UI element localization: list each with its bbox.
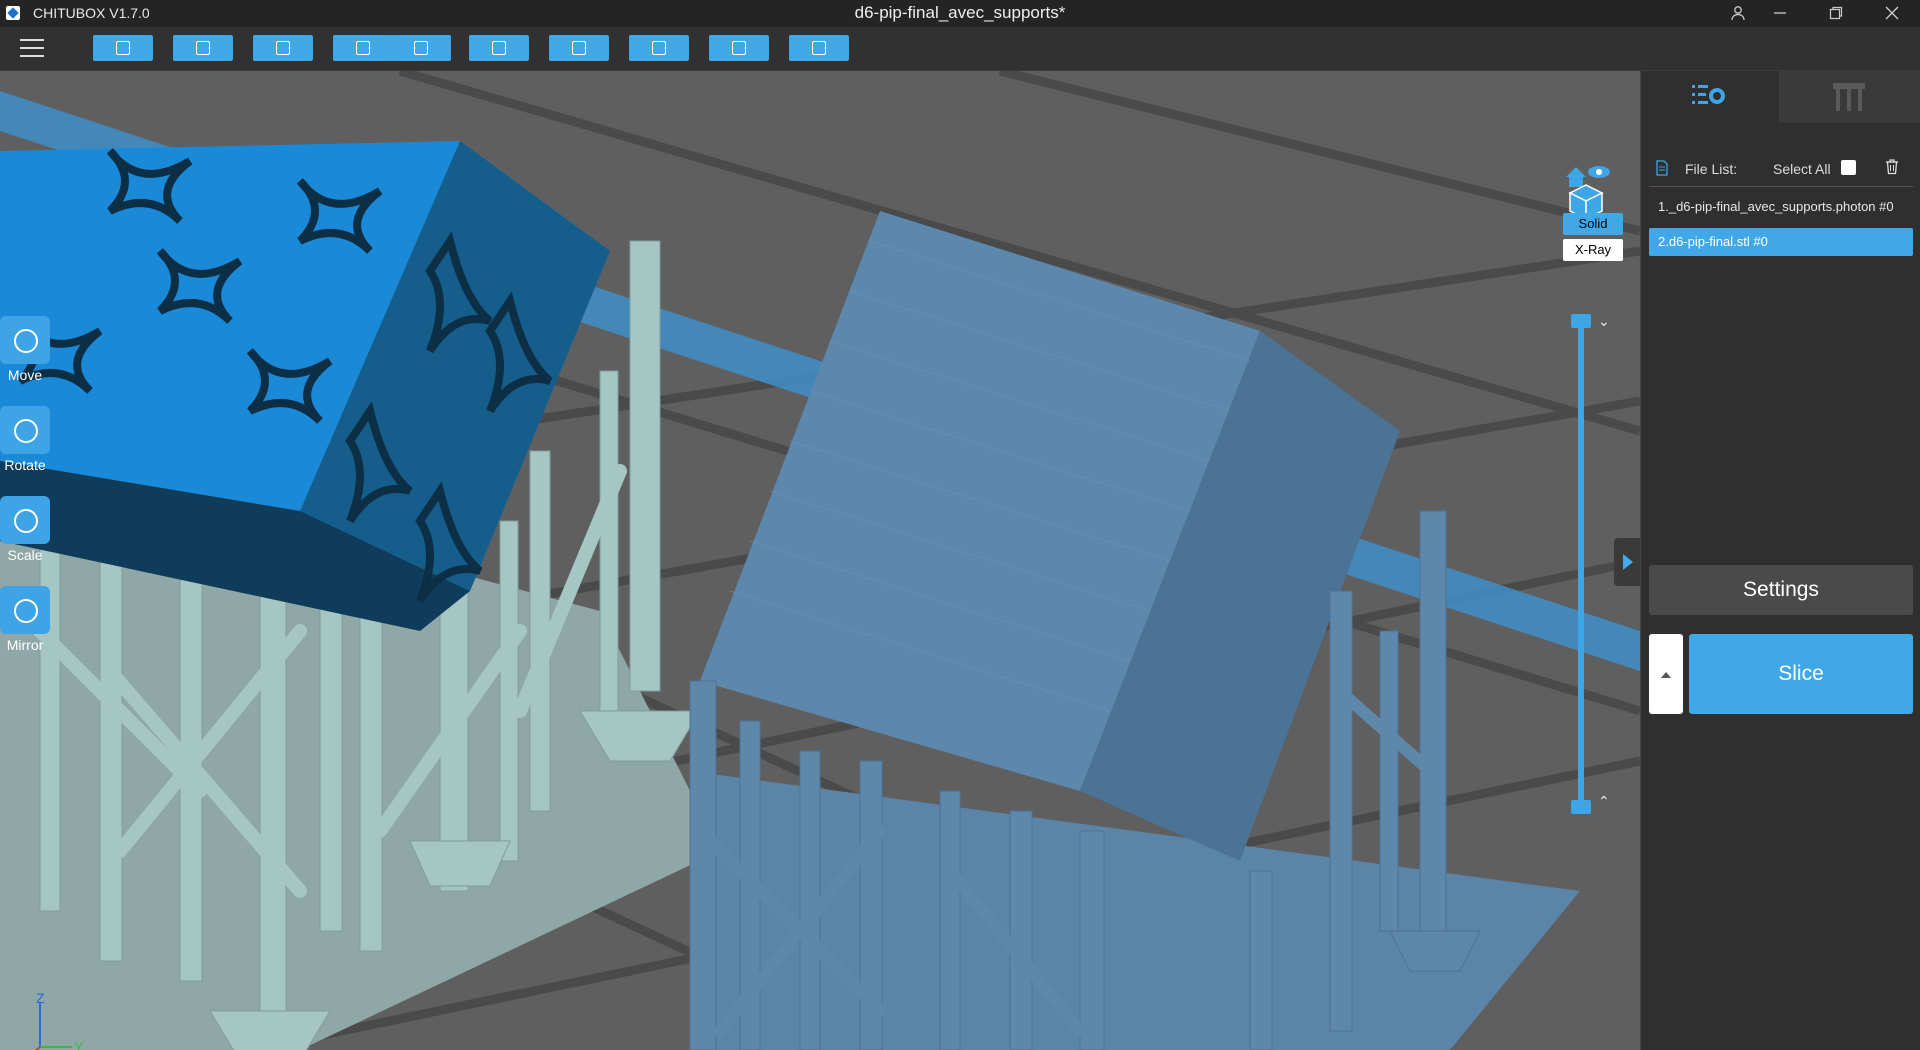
close-icon[interactable]	[1870, 0, 1914, 27]
layout-icon[interactable]	[469, 35, 529, 61]
rotate-tool[interactable]: Rotate	[0, 406, 50, 473]
settings-button[interactable]: Settings	[1649, 565, 1913, 615]
layer-slider-bottom-handle[interactable]	[1571, 800, 1591, 814]
mirror-icon	[0, 586, 50, 634]
restore-icon[interactable]	[1814, 0, 1858, 27]
scale-icon	[0, 496, 50, 544]
settings-tab-icon	[1692, 85, 1725, 104]
move-tool[interactable]: Move	[0, 316, 50, 383]
main-toolbar	[0, 27, 1920, 71]
divider	[1649, 186, 1913, 187]
save-icon[interactable]	[173, 35, 233, 61]
undo-icon[interactable]	[333, 35, 393, 61]
trash-icon[interactable]	[1885, 159, 1899, 175]
file-list-item-selected[interactable]: 2.d6-pip-final.stl #0	[1649, 228, 1913, 256]
select-all-checkbox[interactable]	[1841, 160, 1856, 175]
axis-z-label: Z	[36, 990, 45, 1006]
scale-label: Scale	[7, 547, 43, 563]
supports-tab-icon	[1833, 83, 1865, 111]
scale-tool[interactable]: Scale	[0, 496, 50, 563]
file-list-item[interactable]: 1._d6-pip-final_avec_supports.photon #0	[1649, 193, 1913, 221]
move-label: Move	[7, 367, 43, 383]
chevron-up-icon[interactable]: ⌃	[1598, 793, 1610, 810]
xray-button[interactable]: X-Ray	[1563, 239, 1623, 261]
slice-button[interactable]: Slice	[1689, 634, 1913, 714]
tab-supports[interactable]	[1779, 71, 1920, 123]
redo-icon[interactable]	[391, 35, 451, 61]
arrange-icon[interactable]	[549, 35, 609, 61]
axis-indicator: Z Y X	[34, 990, 84, 1050]
slice-options-toggle[interactable]	[1649, 634, 1683, 714]
user-icon[interactable]	[1716, 0, 1760, 27]
panel-collapse-button[interactable]	[1614, 538, 1640, 586]
scene-render	[0, 71, 1640, 1050]
layer-slider-top-handle[interactable]	[1571, 314, 1591, 328]
mirror-tool[interactable]: Mirror	[0, 586, 50, 653]
chevron-down-icon[interactable]: ⌄	[1598, 313, 1610, 330]
right-panel: File List: Select All 1._d6-pip-final_av…	[1640, 71, 1920, 1050]
select-all-label: Select All	[1773, 161, 1831, 177]
title-bar: CHITUBOX V1.7.0 d6-pip-final_avec_suppor…	[0, 0, 1920, 27]
axis-y-label: Y	[74, 1039, 84, 1050]
screenshot-icon[interactable]	[253, 35, 313, 61]
export-icon[interactable]	[789, 35, 849, 61]
menu-icon[interactable]	[20, 39, 44, 59]
tab-settings[interactable]	[1641, 71, 1778, 123]
move-icon	[0, 316, 50, 364]
file-list-label: File List:	[1685, 161, 1738, 177]
mirror-label: Mirror	[6, 637, 44, 653]
rotate-icon	[0, 406, 50, 454]
3d-viewport[interactable]: Move Rotate Scale Mirror Solid X-Ray ⌄ ⌃…	[0, 71, 1640, 1050]
layer-slider-track[interactable]	[1578, 322, 1584, 806]
dig-hole-icon[interactable]	[709, 35, 769, 61]
open-icon[interactable]	[93, 35, 153, 61]
solid-button[interactable]: Solid	[1563, 213, 1623, 235]
file-list-icon	[1656, 160, 1668, 176]
hollow-icon[interactable]	[629, 35, 689, 61]
document-title: d6-pip-final_avec_supports*	[854, 3, 1066, 22]
minimize-icon[interactable]	[1758, 0, 1802, 27]
rotate-label: Rotate	[4, 457, 46, 473]
